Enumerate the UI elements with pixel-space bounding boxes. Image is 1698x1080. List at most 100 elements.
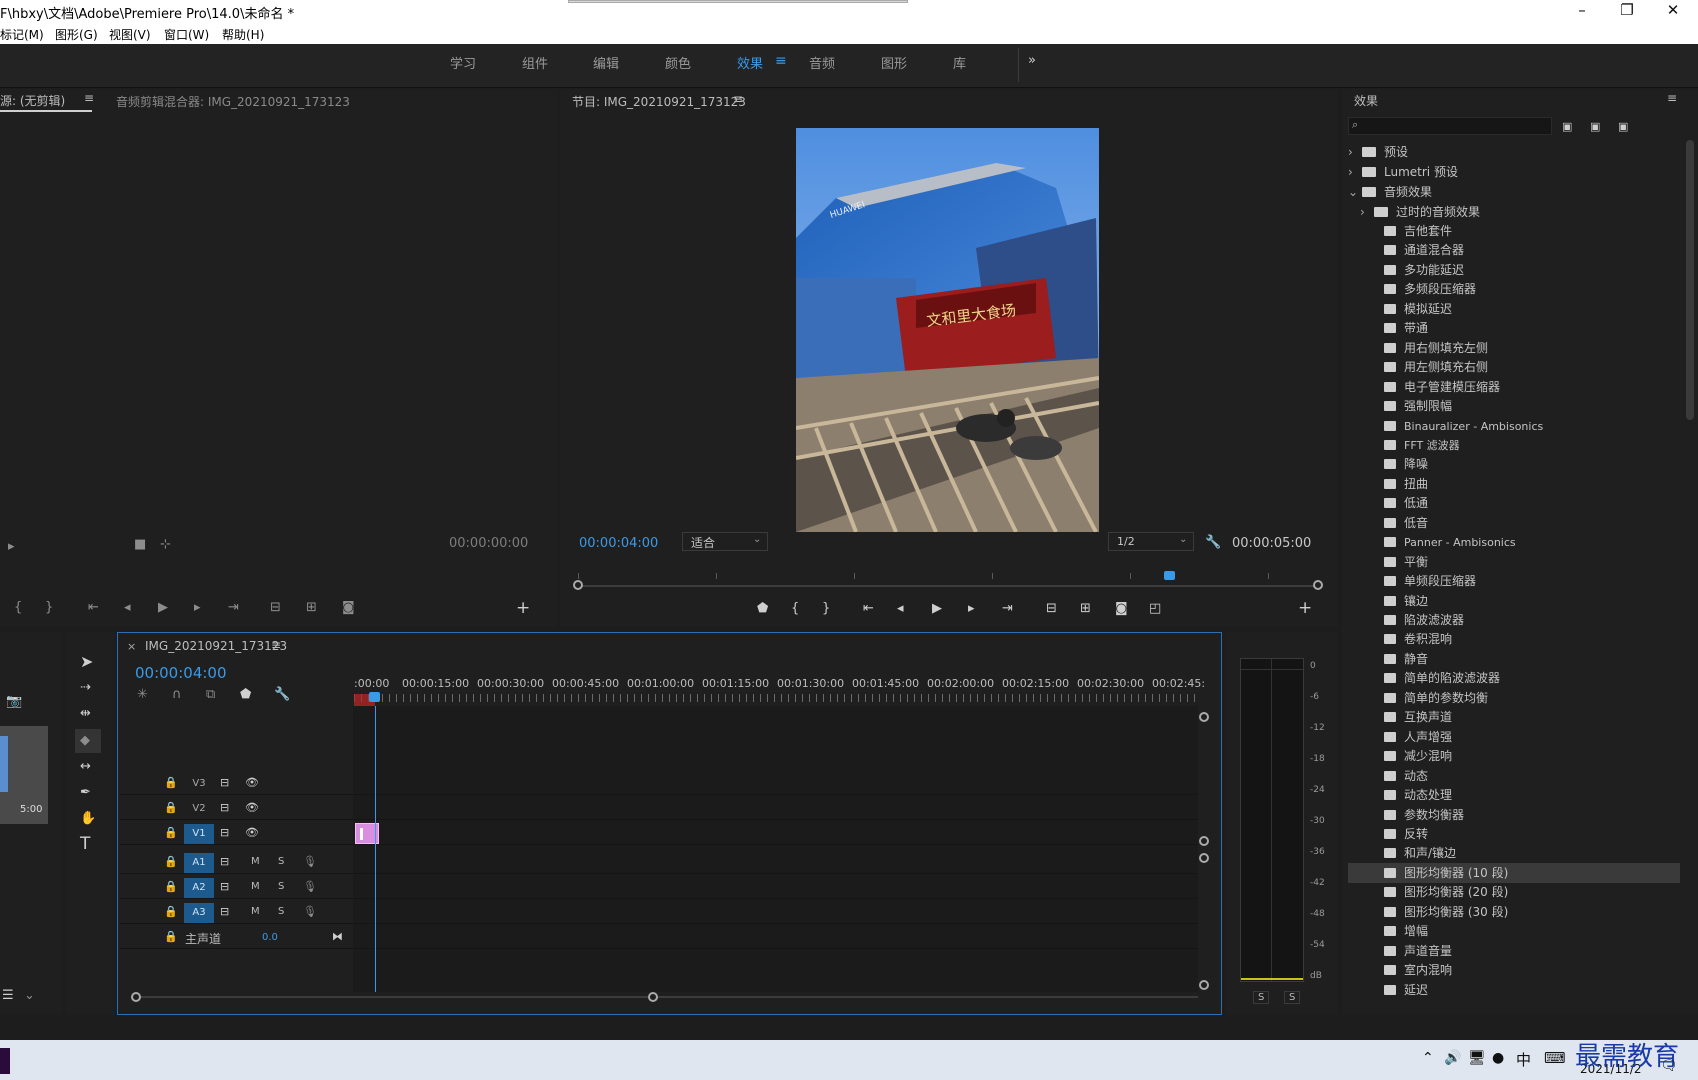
- mark-in-icon[interactable]: {: [14, 600, 22, 616]
- chevron-up-icon[interactable]: ⌃: [1422, 1050, 1434, 1066]
- scroll-handle-right[interactable]: [1313, 580, 1323, 590]
- add-marker-icon[interactable]: ⬟: [757, 601, 768, 617]
- audio-mixer-tab[interactable]: 音频剪辑混合器: IMG_20210921_173123: [116, 93, 350, 110]
- vertical-zoom-handle[interactable]: [1199, 712, 1209, 722]
- effect-item[interactable]: 低音: [1348, 513, 1680, 533]
- microphone-icon[interactable]: 🎙: [303, 854, 317, 870]
- bowtie-icon[interactable]: ⧓: [332, 929, 343, 945]
- go-to-in-icon[interactable]: ⇤: [88, 600, 99, 616]
- effect-item[interactable]: 简单的参数均衡: [1348, 688, 1680, 708]
- maximize-button[interactable]: ❐: [1612, 1, 1642, 19]
- solo-button[interactable]: S: [278, 881, 284, 892]
- type-tool-icon[interactable]: T: [80, 836, 90, 853]
- effect-item[interactable]: 吉他套件: [1348, 221, 1680, 241]
- folder-audio-effects[interactable]: ⌄ 音频效果: [1348, 182, 1680, 202]
- effect-item[interactable]: 电子管建模压缩器: [1348, 377, 1680, 397]
- play-arrow-icon[interactable]: ▸: [8, 539, 15, 555]
- vertical-zoom-handle[interactable]: [1199, 836, 1209, 846]
- track-area[interactable]: [353, 706, 1198, 992]
- effects-search-input[interactable]: ⌕: [1348, 117, 1552, 135]
- add-marker-icon[interactable]: ⬟: [240, 687, 251, 703]
- close-sequence-icon[interactable]: ×: [127, 640, 136, 653]
- timeline-ruler-ticks[interactable]: [354, 694, 1198, 702]
- lock-icon[interactable]: 🔒: [164, 879, 178, 895]
- mute-button[interactable]: M: [251, 856, 260, 867]
- resolution-dropdown[interactable]: 1/2 ⌄: [1108, 532, 1194, 551]
- track-label[interactable]: V3: [184, 774, 214, 794]
- play-icon[interactable]: ▶: [158, 600, 168, 616]
- scroll-handle-right[interactable]: [648, 992, 658, 1002]
- chevron-down-icon[interactable]: ⌄: [24, 988, 35, 1004]
- eye-icon[interactable]: 👁: [245, 775, 259, 791]
- master-volume-value[interactable]: 0.0: [262, 932, 278, 943]
- lock-icon[interactable]: 🔒: [164, 904, 178, 920]
- effect-item[interactable]: 用左侧填充右侧: [1348, 357, 1680, 377]
- 32bit-effects-icon[interactable]: ▣: [1590, 119, 1600, 135]
- effect-item[interactable]: 图形均衡器 (10 段): [1348, 862, 1680, 883]
- close-window-button[interactable]: ✕: [1658, 1, 1688, 19]
- workspace-effects[interactable]: 效果: [737, 53, 763, 72]
- folder-presets[interactable]: › 预设: [1348, 142, 1680, 162]
- mute-button[interactable]: M: [251, 906, 260, 917]
- timeline-timecode[interactable]: 00:00:04:00: [135, 664, 227, 682]
- effect-item[interactable]: 延迟: [1348, 980, 1680, 1000]
- add-button-icon[interactable]: +: [1298, 600, 1312, 617]
- sequence-tab[interactable]: IMG_20210921_173123: [145, 639, 287, 653]
- effect-item[interactable]: 图形均衡器 (30 段): [1348, 902, 1680, 922]
- workspace-audio[interactable]: 音频: [809, 53, 835, 72]
- workspace-assembly[interactable]: 组件: [522, 53, 548, 72]
- premiere-taskbar-icon[interactable]: [0, 1048, 10, 1074]
- meter-solo-left[interactable]: S: [1253, 991, 1270, 1004]
- effect-item[interactable]: 通道混合器: [1348, 240, 1680, 260]
- scroll-handle-left[interactable]: [131, 992, 141, 1002]
- panel-menu-icon[interactable]: ≡: [733, 92, 743, 106]
- eye-icon[interactable]: 👁: [245, 800, 259, 816]
- program-timecode[interactable]: 00:00:04:00: [579, 536, 658, 551]
- menu-marker[interactable]: 标记(M): [0, 26, 44, 43]
- link-icon[interactable]: ∩: [172, 687, 182, 703]
- effect-item[interactable]: 陷波滤波器: [1348, 610, 1680, 630]
- step-back-icon[interactable]: ◂: [897, 601, 904, 617]
- microphone-icon[interactable]: 🎙: [303, 879, 317, 895]
- insert-clip-icon[interactable]: ⊟: [270, 600, 281, 616]
- insert-icon[interactable]: ⊹: [160, 537, 171, 553]
- solo-button[interactable]: S: [278, 856, 284, 867]
- effect-item[interactable]: 减少混响: [1348, 746, 1680, 766]
- effect-item[interactable]: 单频段压缩器: [1348, 571, 1680, 591]
- track-label[interactable]: A3: [184, 903, 214, 923]
- keyboard-icon[interactable]: ⌨: [1544, 1049, 1566, 1067]
- effect-item[interactable]: 互换声道: [1348, 707, 1680, 727]
- overwrite-clip-icon[interactable]: ⊞: [306, 600, 317, 616]
- effect-item[interactable]: 简单的陷波滤波器: [1348, 668, 1680, 688]
- snap-icon[interactable]: ✳: [137, 687, 148, 703]
- more-workspaces-icon[interactable]: »: [1028, 53, 1036, 68]
- project-clip-thumbnail[interactable]: 5:00: [0, 726, 48, 824]
- lock-icon[interactable]: 🔒: [164, 854, 178, 870]
- step-forward-icon[interactable]: ▸: [194, 600, 201, 616]
- ime-indicator[interactable]: 中: [1516, 1049, 1531, 1070]
- notification-icon[interactable]: 🗨: [1660, 1058, 1678, 1074]
- menu-window[interactable]: 窗口(W): [164, 26, 209, 43]
- accelerated-effects-icon[interactable]: ▣: [1562, 119, 1572, 135]
- scroll-handle-left[interactable]: [573, 580, 583, 590]
- go-to-out-icon[interactable]: ⇥: [228, 600, 239, 616]
- panel-menu-icon[interactable]: ≡: [271, 638, 281, 652]
- effect-item[interactable]: 动态处理: [1348, 785, 1680, 805]
- add-button-icon[interactable]: +: [516, 600, 530, 617]
- hand-tool-icon[interactable]: ✋: [80, 811, 96, 827]
- lock-icon[interactable]: 🔒: [164, 800, 178, 816]
- effect-item[interactable]: 反转: [1348, 824, 1680, 844]
- effect-item[interactable]: 多功能延迟: [1348, 260, 1680, 280]
- sync-lock-icon[interactable]: ⊟: [220, 904, 229, 920]
- track-label[interactable]: V2: [184, 799, 214, 819]
- step-forward-icon[interactable]: ▸: [968, 601, 975, 617]
- track-label[interactable]: A1: [184, 853, 214, 873]
- settings-square-icon[interactable]: ■: [134, 537, 146, 553]
- effect-item[interactable]: 声道音量: [1348, 941, 1680, 961]
- mark-in-icon[interactable]: {: [791, 601, 799, 617]
- sync-lock-icon[interactable]: ⊟: [220, 854, 229, 870]
- panel-menu-icon[interactable]: ≡: [84, 91, 94, 105]
- playhead-marker[interactable]: [1164, 571, 1175, 580]
- vertical-zoom-handle[interactable]: [1199, 980, 1209, 990]
- sync-lock-icon[interactable]: ⊟: [220, 800, 229, 816]
